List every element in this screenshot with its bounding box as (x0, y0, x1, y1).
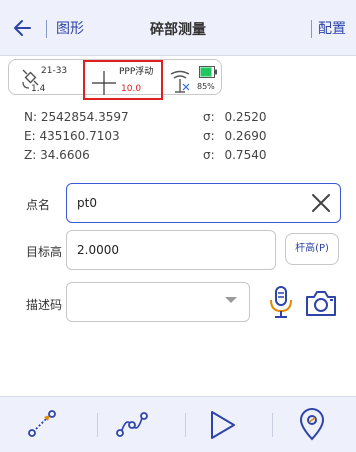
arrow-left-icon[interactable] (10, 14, 38, 42)
pdop-value: 1.4 (31, 84, 46, 94)
coord-value: 2542854.3597 (40, 110, 129, 124)
battery-icon (199, 66, 217, 78)
coord-label: N: (24, 110, 38, 124)
target-height-input[interactable]: 2.0000 (66, 230, 276, 270)
description-select[interactable] (66, 282, 250, 322)
toolbar-divider (185, 413, 186, 437)
coord-value: 435160.7103 (39, 129, 120, 143)
title-bar: 图形 碎部测量 配置 (0, 0, 356, 56)
bottom-toolbar (0, 396, 356, 452)
point-name-value: pt0 (77, 196, 97, 210)
play-icon[interactable] (202, 407, 242, 443)
stakeout-pin-icon[interactable] (292, 407, 332, 443)
sigma-value: 0.2520 (224, 110, 267, 124)
solution-status: PPP浮动 (119, 67, 154, 77)
chevron-down-icon[interactable] (225, 297, 237, 303)
status-bar: 21-33 1.4 PPP浮动 10.0 85% (0, 57, 356, 100)
coord-row-n: N: 2542854.3597 σ: 0.2520 (24, 110, 344, 128)
header-divider (46, 20, 47, 38)
camera-icon[interactable] (304, 288, 338, 318)
point-name-input[interactable]: pt0 (66, 183, 341, 223)
graph-link[interactable]: 图形 (56, 18, 84, 38)
target-height-label: 目标高 (26, 245, 63, 259)
page-title: 碎部测量 (150, 22, 206, 38)
antenna-icon (170, 70, 190, 93)
sigma-label: σ: (203, 129, 215, 143)
header-divider (311, 20, 312, 38)
sigma-value: 0.2690 (224, 129, 267, 143)
point-measure-icon[interactable] (22, 407, 62, 443)
sigma-label: σ: (203, 110, 215, 124)
point-name-label: 点名 (26, 198, 51, 212)
toolbar-divider (272, 413, 273, 437)
coord-row-z: Z: 34.6606 σ: 0.7540 (24, 148, 344, 166)
description-label: 描述码 (26, 298, 63, 312)
coord-label: Z: (24, 148, 37, 162)
close-x-icon[interactable] (310, 192, 332, 214)
crosshair-icon (92, 71, 116, 95)
config-button[interactable]: 配置 (318, 18, 346, 38)
coord-value: 34.6606 (40, 148, 90, 162)
satellite-count: 21-33 (41, 66, 68, 76)
target-height-value: 2.0000 (77, 243, 119, 257)
sigma-value: 0.7540 (224, 148, 267, 162)
microphone-icon[interactable] (268, 285, 294, 319)
solution-age: 10.0 (121, 84, 142, 94)
coord-label: E: (24, 129, 36, 143)
battery-percent: 85% (197, 82, 215, 91)
line-measure-icon[interactable] (112, 407, 152, 443)
sigma-label: σ: (203, 148, 215, 162)
solution-status-highlight[interactable]: PPP浮动 10.0 (83, 60, 163, 100)
toolbar-divider (97, 413, 98, 437)
coord-row-e: E: 435160.7103 σ: 0.2690 (24, 129, 344, 147)
gnss-status-panel[interactable]: 21-33 1.4 PPP浮动 10.0 85% (8, 59, 222, 100)
pole-height-button[interactable]: 杆高(P) (285, 233, 339, 265)
